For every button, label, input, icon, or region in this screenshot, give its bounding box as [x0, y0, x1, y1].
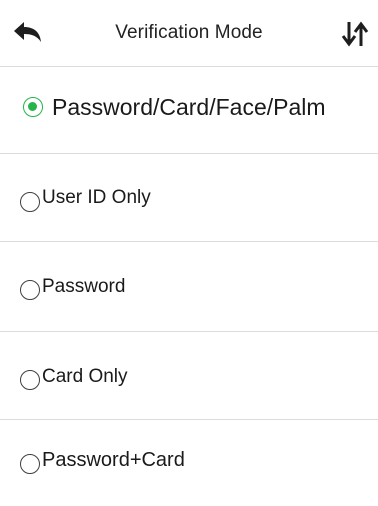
- option-label: Card Only: [42, 366, 128, 387]
- page-title: Verification Mode: [115, 22, 263, 43]
- option-user-id-only[interactable]: User ID Only: [0, 154, 378, 242]
- header-bar: Verification Mode: [0, 0, 378, 66]
- radio-unselected[interactable]: [20, 280, 40, 300]
- radio-unselected[interactable]: [20, 454, 40, 474]
- option-label: Password/Card/Face/Palm: [52, 94, 326, 120]
- option-password[interactable]: Password: [0, 242, 378, 332]
- radio-unselected[interactable]: [20, 192, 40, 212]
- option-password-card-face-palm[interactable]: Password/Card/Face/Palm: [0, 66, 378, 154]
- option-label: Password: [42, 276, 126, 297]
- radio-selected[interactable]: [23, 97, 43, 117]
- sort-arrows-icon: [341, 21, 369, 47]
- option-card-only[interactable]: Card Only: [0, 332, 378, 420]
- radio-dot: [28, 102, 37, 111]
- radio-unselected[interactable]: [20, 370, 40, 390]
- sort-button[interactable]: [340, 18, 370, 50]
- option-label: Password+Card: [42, 449, 185, 471]
- option-password-card[interactable]: Password+Card: [0, 420, 378, 506]
- option-label: User ID Only: [42, 187, 151, 208]
